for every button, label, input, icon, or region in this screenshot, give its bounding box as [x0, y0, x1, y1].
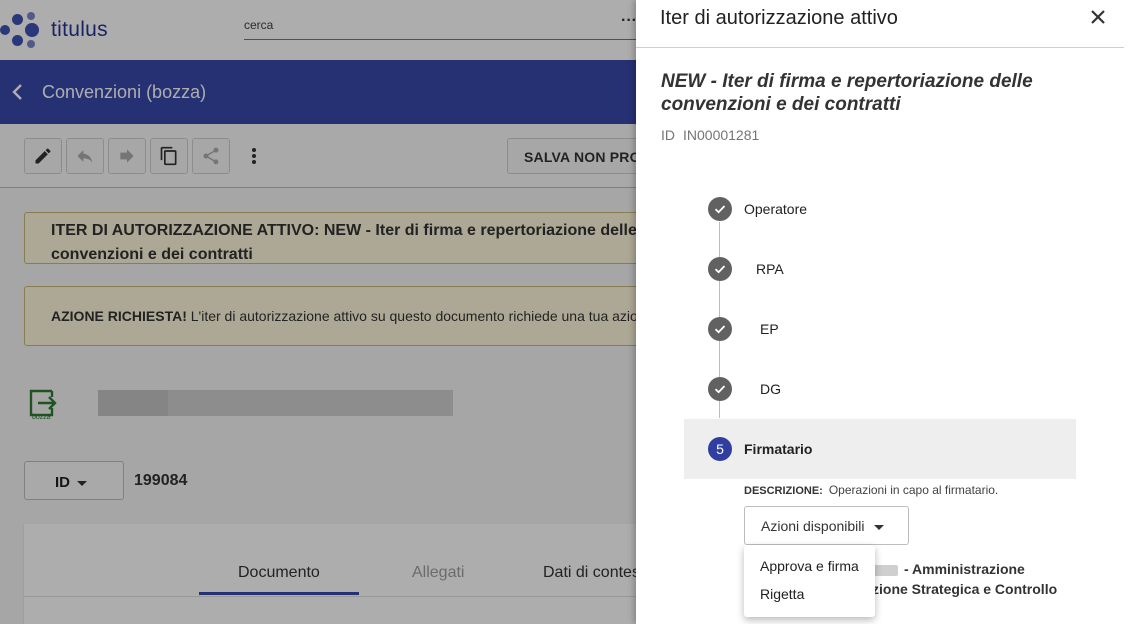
authorization-panel: Iter di autorizzazione attivo NEW - Iter…: [636, 0, 1129, 624]
step-firmatario[interactable]: 5 Firmatario: [684, 419, 1076, 479]
available-actions-label: Azioni disponibili: [761, 518, 865, 534]
step-label: Operatore: [744, 201, 808, 217]
step-dg: DG: [708, 377, 781, 401]
process-title: NEW - Iter di firma e repertoriazione de…: [661, 71, 1033, 115]
step-label: RPA: [756, 261, 784, 277]
caret-down-icon: [873, 524, 884, 530]
panel-title: Iter di autorizzazione attivo: [660, 7, 898, 29]
process-id: ID IN00001281: [661, 127, 759, 143]
menu-item-approva-e-firma[interactable]: Approva e firma: [760, 558, 859, 574]
close-button[interactable]: [1086, 5, 1110, 29]
check-icon: [708, 257, 732, 281]
process-id-label: ID: [661, 127, 675, 143]
redacted-name: [872, 564, 898, 576]
check-icon: [708, 377, 732, 401]
panel-header: Iter di autorizzazione attivo: [636, 0, 1124, 48]
step-rpa: RPA: [708, 257, 784, 281]
description-label: DESCRIZIONE:: [744, 485, 823, 497]
step-description: DESCRIZIONE: Operazioni in capo al firmat…: [744, 483, 998, 497]
step-ep: EP: [708, 317, 779, 341]
close-icon: [1091, 10, 1105, 24]
assignee-line-2: zione Strategica e Controllo: [872, 581, 1058, 597]
step-number-badge: 5: [708, 437, 732, 461]
menu-item-rigetta[interactable]: Rigetta: [760, 586, 804, 602]
step-operatore: Operatore: [708, 197, 807, 221]
check-icon: [708, 197, 732, 221]
step-label: EP: [760, 321, 779, 337]
process-id-value: IN00001281: [683, 127, 760, 143]
assignee-line-1: - Amministrazione: [872, 559, 1025, 579]
step-label: Firmatario: [744, 441, 813, 457]
description-text: Operazioni in capo al firmatario.: [828, 483, 999, 497]
available-actions-button[interactable]: Azioni disponibili: [744, 506, 909, 545]
actions-menu: Approva e firma Rigetta: [744, 545, 875, 617]
step-label: DG: [760, 381, 781, 397]
check-icon: [708, 317, 732, 341]
